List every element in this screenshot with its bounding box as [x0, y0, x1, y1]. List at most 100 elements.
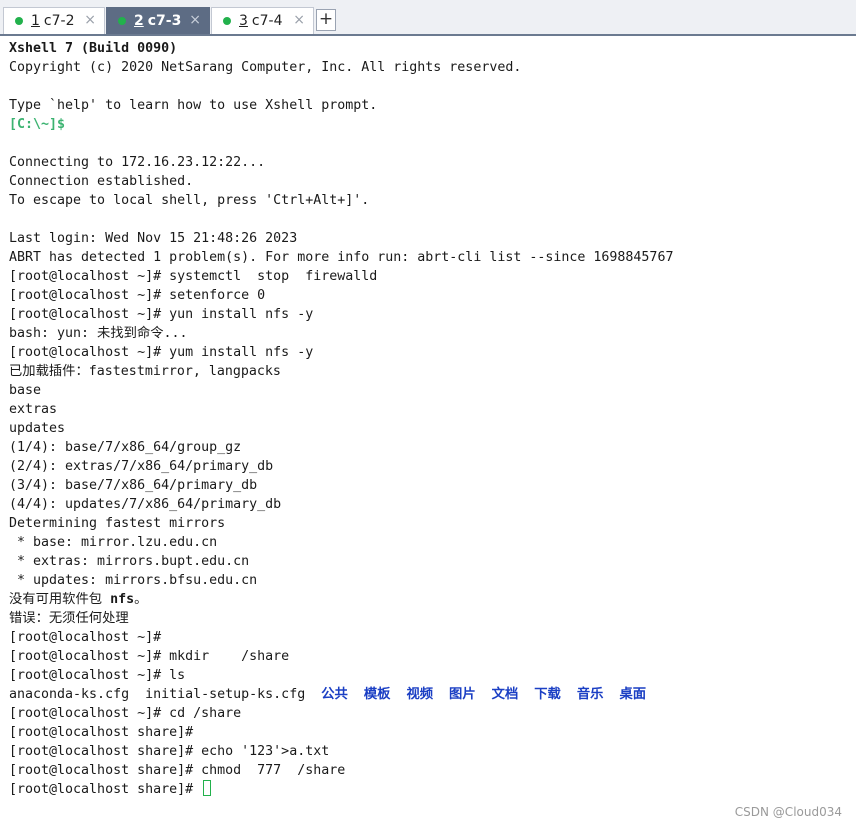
directory-entry: 音乐	[576, 687, 604, 702]
terminal-line: (4/4): updates/7/x86_64/primary_db	[9, 495, 849, 514]
close-icon[interactable]: ×	[293, 12, 305, 28]
terminal-line: [root@localhost ~]# mkdir /share	[9, 647, 849, 666]
terminal-line: extras	[9, 400, 849, 419]
line-text: Connecting to 172.16.23.12:22...	[9, 155, 266, 170]
line-text: [root@localhost ~]#	[9, 630, 162, 645]
tab-label: c7-3	[147, 13, 182, 29]
line-text: anaconda-ks.cfg initial-setup-ks.cfg	[9, 687, 322, 702]
line-text: [root@localhost share]#	[9, 782, 202, 797]
line-text: To escape to local shell, press 'Ctrl+Al…	[9, 193, 370, 208]
terminal-line: [root@localhost share]# echo '123'>a.txt	[9, 742, 849, 761]
banner-title: Xshell 7 (Build 0090)	[9, 41, 178, 56]
terminal-line: 错误：无须任何处理	[9, 609, 849, 628]
terminal-line: Last login: Wed Nov 15 21:48:26 2023	[9, 229, 849, 248]
line-text: [root@localhost ~]# ls	[9, 668, 186, 683]
local-prompt: [C:\~]$	[9, 117, 66, 132]
line-text: (4/4): updates/7/x86_64/primary_db	[9, 497, 282, 512]
line-text: * base: mirror.lzu.edu.cn	[9, 535, 218, 550]
terminal-line: Connecting to 172.16.23.12:22...	[9, 153, 849, 172]
connected-status-icon	[15, 17, 23, 25]
line-text: [root@localhost ~]# setenforce 0	[9, 288, 266, 303]
line-text: 没有可用软件包	[9, 592, 111, 607]
terminal-line: [root@localhost share]#	[9, 723, 849, 742]
line-text: [root@localhost ~]# mkdir /share	[9, 649, 290, 664]
terminal-line: Copyright (c) 2020 NetSarang Computer, I…	[9, 58, 849, 77]
line-text: updates	[9, 421, 66, 436]
terminal-line: * base: mirror.lzu.edu.cn	[9, 533, 849, 552]
terminal-line: updates	[9, 419, 849, 438]
terminal-line: bash: yun: 未找到命令...	[9, 324, 849, 343]
directory-entry: 模板	[363, 687, 391, 702]
tab-c7-2[interactable]: 1 c7-2 ×	[3, 7, 105, 34]
add-tab-button[interactable]: +	[316, 9, 336, 31]
terminal-line: (3/4): base/7/x86_64/primary_db	[9, 476, 849, 495]
line-text: (3/4): base/7/x86_64/primary_db	[9, 478, 258, 493]
terminal-cursor	[203, 780, 212, 796]
terminal-line: To escape to local shell, press 'Ctrl+Al…	[9, 191, 849, 210]
line-text: [root@localhost ~]# systemctl stop firew…	[9, 269, 378, 284]
connected-status-icon	[223, 17, 231, 25]
tab-number: 2	[134, 13, 144, 29]
tab-number: 1	[31, 13, 40, 29]
line-text: [root@localhost ~]# yun install nfs -y	[9, 307, 314, 322]
tab-label: c7-4	[251, 13, 283, 29]
terminal-line: [root@localhost ~]# setenforce 0	[9, 286, 849, 305]
terminal-line: base	[9, 381, 849, 400]
line-text: bash: yun: 未找到命令...	[9, 326, 188, 341]
terminal-line: [root@localhost ~]# yum install nfs -y	[9, 343, 849, 362]
terminal-line: ABRT has detected 1 problem(s). For more…	[9, 248, 849, 267]
line-text: [root@localhost ~]# yum install nfs -y	[9, 345, 314, 360]
directory-entry: 下载	[534, 687, 561, 702]
terminal-line: [root@localhost ~]# systemctl stop firew…	[9, 267, 849, 286]
terminal-line: 没有可用软件包 nfs。	[9, 590, 849, 609]
terminal-output[interactable]: Xshell 7 (Build 0090) Copyright (c) 2020 …	[9, 39, 849, 799]
tab-label: c7-2	[43, 13, 75, 29]
directory-entry: 桌面	[619, 687, 647, 702]
tab-c7-4[interactable]: 3 c7-4 ×	[211, 7, 314, 34]
directory-entry: 视频	[406, 687, 434, 702]
terminal-line: (1/4): base/7/x86_64/group_gz	[9, 438, 849, 457]
terminal-line: [root@localhost share]#	[9, 780, 849, 799]
tab-number: 3	[239, 13, 248, 29]
connected-status-icon	[118, 17, 126, 25]
line-text: * extras: mirrors.bupt.edu.cn	[9, 554, 250, 569]
terminal-line: Xshell 7 (Build 0090)	[9, 39, 849, 58]
terminal-line: [root@localhost share]# chmod 777 /share	[9, 761, 849, 780]
directory-entry: 文档	[491, 687, 519, 702]
tab-c7-3[interactable]: 2 c7-3 ×	[106, 7, 210, 34]
tab-bar: 1 c7-2 × 2 c7-3 × 3 c7-4 × +	[0, 0, 856, 36]
package-name: nfs	[110, 592, 135, 607]
line-text: [root@localhost share]# chmod 777 /share	[9, 763, 346, 778]
line-text: [root@localhost share]# echo '123'>a.txt	[9, 744, 330, 759]
terminal-line: Determining fastest mirrors	[9, 514, 849, 533]
line-text: Copyright (c) 2020 NetSarang Computer, I…	[9, 60, 522, 75]
terminal-line: (2/4): extras/7/x86_64/primary_db	[9, 457, 849, 476]
watermark: CSDN @Cloud034	[734, 805, 842, 819]
terminal-line: Type `help' to learn how to use Xshell p…	[9, 96, 849, 115]
terminal-line: * extras: mirrors.bupt.edu.cn	[9, 552, 849, 571]
close-icon[interactable]: ×	[189, 12, 201, 28]
terminal-line: [C:\~]$	[9, 115, 849, 134]
line-text: [root@localhost ~]# cd /share	[9, 706, 242, 721]
close-icon[interactable]: ×	[84, 12, 96, 28]
terminal-line: [root@localhost ~]#	[9, 628, 849, 647]
terminal-line: [root@localhost ~]# ls	[9, 666, 849, 685]
terminal-line: [root@localhost ~]# cd /share	[9, 704, 849, 723]
line-text: Connection established.	[9, 174, 194, 189]
line-text: Last login: Wed Nov 15 21:48:26 2023	[9, 231, 298, 246]
line-text: ABRT has detected 1 problem(s). For more…	[9, 250, 674, 265]
terminal-line: [root@localhost ~]# yun install nfs -y	[9, 305, 849, 324]
line-text: 已加载插件：fastestmirror, langpacks	[9, 364, 281, 379]
line-text: 错误：无须任何处理	[9, 611, 129, 626]
line-text: * updates: mirrors.bfsu.edu.cn	[9, 573, 258, 588]
terminal-line: 已加载插件：fastestmirror, langpacks	[9, 362, 849, 381]
line-text: extras	[9, 402, 58, 417]
terminal-line: * updates: mirrors.bfsu.edu.cn	[9, 571, 849, 590]
directory-entry: 公共	[321, 687, 348, 702]
line-text: Type `help' to learn how to use Xshell p…	[9, 98, 378, 113]
line-text: 。	[134, 592, 148, 607]
directory-entry: 图片	[449, 687, 476, 702]
line-text: (2/4): extras/7/x86_64/primary_db	[9, 459, 274, 474]
